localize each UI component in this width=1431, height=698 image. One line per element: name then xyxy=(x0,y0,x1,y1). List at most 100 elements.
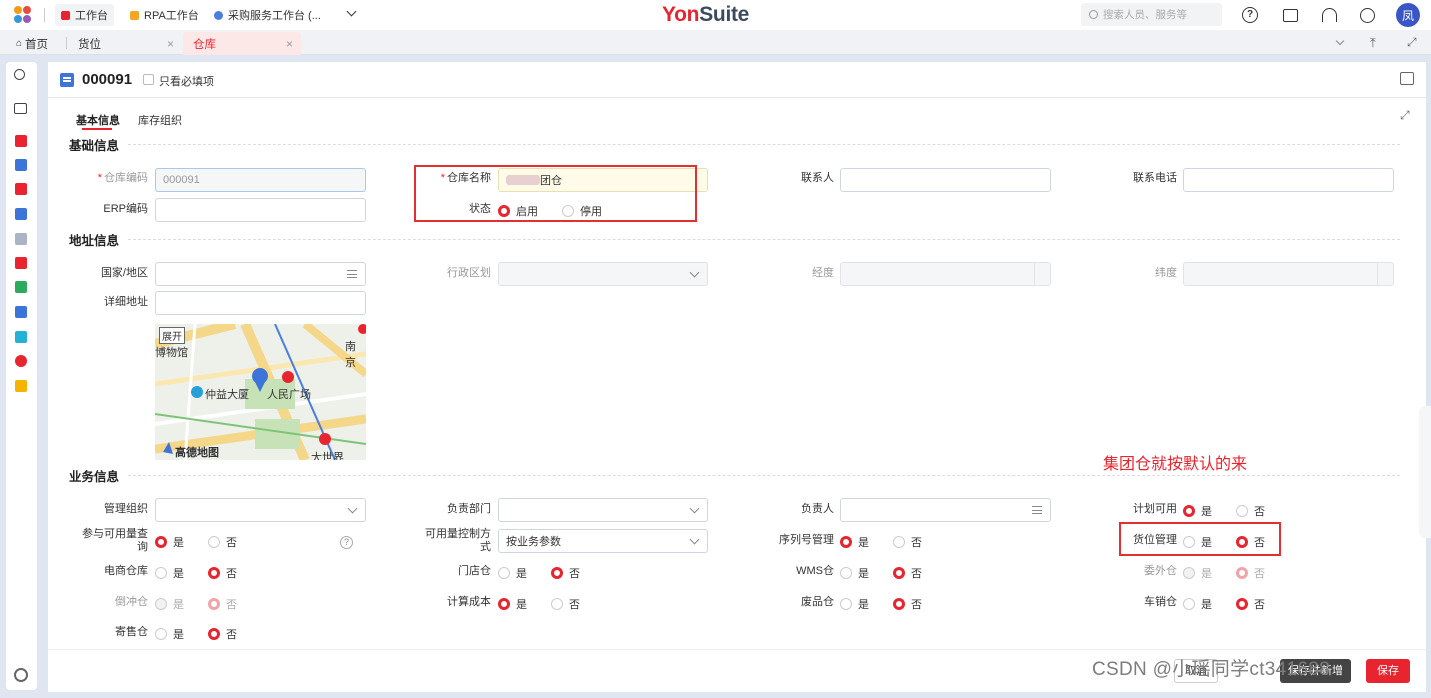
app-grid-icon[interactable] xyxy=(14,6,34,24)
divider xyxy=(66,37,67,49)
box-app-icon[interactable] xyxy=(15,331,27,343)
waste-radio-group[interactable]: 是 否 xyxy=(840,596,922,612)
tab-home[interactable]: ⌂ 首页 xyxy=(6,32,64,55)
search-icon[interactable] xyxy=(14,69,25,80)
latitude-field[interactable] xyxy=(1183,262,1394,286)
outsource-radio-group[interactable]: 是 否 xyxy=(1183,565,1265,581)
ecom-yes-radio[interactable] xyxy=(155,567,167,579)
chart-app-icon[interactable] xyxy=(15,306,27,318)
serial-yes-radio[interactable] xyxy=(840,536,852,548)
star-app-icon[interactable] xyxy=(15,380,27,392)
doc-app-icon[interactable] xyxy=(15,281,27,293)
compass-icon[interactable] xyxy=(1357,5,1377,25)
plan-no-radio[interactable] xyxy=(1236,505,1248,517)
chevron-down-icon xyxy=(689,267,700,278)
serial-radio-group[interactable]: 是 否 xyxy=(840,534,922,550)
expand-icon[interactable]: ⤢ xyxy=(1400,108,1412,122)
tab-warehouse[interactable]: 仓库 × xyxy=(183,32,301,55)
mgmt-org-select[interactable] xyxy=(155,498,366,522)
help-icon[interactable]: ? xyxy=(1240,5,1260,25)
top-tab-rpa[interactable]: RPA工作台 xyxy=(124,4,205,26)
clipboard-app-icon[interactable] xyxy=(15,208,27,220)
consign-no-radio[interactable] xyxy=(208,628,220,640)
spinner-icon[interactable] xyxy=(1377,263,1393,285)
help-icon[interactable]: ? xyxy=(340,536,353,549)
apps-icon[interactable] xyxy=(15,233,27,245)
top-tab-workbench[interactable]: 工作台 xyxy=(55,4,114,26)
global-search-input[interactable]: 搜索人员、服务等 xyxy=(1081,3,1222,26)
list-icon[interactable] xyxy=(347,270,357,278)
phone-field[interactable] xyxy=(1183,168,1394,192)
list-icon[interactable] xyxy=(1032,506,1042,514)
wms-yes-radio[interactable] xyxy=(840,567,852,579)
consign-radio-group[interactable]: 是 否 xyxy=(155,626,237,642)
longitude-field[interactable] xyxy=(840,262,1051,286)
pin-top-icon[interactable]: ⤒ xyxy=(1370,35,1376,51)
right-floating-toolbar[interactable] xyxy=(1419,406,1431,538)
dept-select[interactable] xyxy=(498,498,708,522)
cube-app-icon[interactable] xyxy=(15,159,27,171)
ecom-radio-group[interactable]: 是 否 xyxy=(155,565,237,581)
waste-yes-radio[interactable] xyxy=(840,598,852,610)
chevron-down-icon[interactable] xyxy=(346,6,357,17)
required-only-checkbox[interactable] xyxy=(143,74,154,85)
cluster-app-icon[interactable] xyxy=(15,355,27,367)
calendar-icon[interactable] xyxy=(1400,72,1414,85)
map-expand-button[interactable]: 展开 xyxy=(159,327,185,344)
chevron-down-icon[interactable] xyxy=(1335,36,1345,46)
avail-query-radio-group[interactable]: 是 否 xyxy=(155,534,237,550)
flush-yes-radio[interactable] xyxy=(155,598,167,610)
flush-radio-group[interactable]: 是 否 xyxy=(155,596,237,612)
report-app-icon[interactable] xyxy=(15,257,27,269)
wms-no-radio[interactable] xyxy=(893,567,905,579)
grid-app-icon[interactable] xyxy=(15,183,27,195)
store-radio-group[interactable]: 是 否 xyxy=(498,565,580,581)
tab-location[interactable]: 货位 × xyxy=(68,32,182,55)
carsale-radio-group[interactable]: 是 否 xyxy=(1183,596,1265,612)
address-detail-field[interactable] xyxy=(155,291,366,315)
store-no-radio[interactable] xyxy=(551,567,563,579)
contact-field[interactable] xyxy=(840,168,1051,192)
country-field[interactable] xyxy=(155,262,366,286)
message-icon[interactable] xyxy=(1280,5,1300,25)
cost-radio-group[interactable]: 是 否 xyxy=(498,596,580,612)
avail-no-radio[interactable] xyxy=(208,536,220,548)
plan-yes-radio[interactable] xyxy=(1183,505,1195,517)
save-button[interactable]: 保存 xyxy=(1366,659,1410,683)
avail-yes-radio[interactable] xyxy=(155,536,167,548)
outsource-no-radio[interactable] xyxy=(1236,567,1248,579)
plan-radio-group[interactable]: 是 否 xyxy=(1183,503,1265,519)
home-app-icon[interactable] xyxy=(15,135,27,147)
consign-yes-radio[interactable] xyxy=(155,628,167,640)
cost-yes-radio[interactable] xyxy=(498,598,510,610)
warehouse-code-field[interactable]: 000091 xyxy=(155,168,366,192)
erp-code-field[interactable] xyxy=(155,198,366,222)
carsale-no-radio[interactable] xyxy=(1236,598,1248,610)
latitude-label: 纬度 xyxy=(1155,267,1177,279)
top-tab-procurement[interactable]: 采购服务工作台 (... xyxy=(208,4,327,26)
headset-icon[interactable] xyxy=(1319,5,1339,25)
folder-icon[interactable] xyxy=(14,103,27,114)
settings-gear-icon[interactable] xyxy=(14,668,28,682)
avatar[interactable]: 凤 xyxy=(1396,3,1420,27)
waste-no-radio[interactable] xyxy=(893,598,905,610)
spinner-icon[interactable] xyxy=(1034,263,1050,285)
tab-basic-info[interactable]: 基本信息 xyxy=(76,112,120,128)
region-select[interactable] xyxy=(498,262,708,286)
wms-radio-group[interactable]: 是 否 xyxy=(840,565,922,581)
avail-ctrl-label: 可用量控制方式 xyxy=(425,528,491,553)
close-icon[interactable]: × xyxy=(286,37,293,51)
person-field[interactable] xyxy=(840,498,1051,522)
map-view[interactable]: 展开 博物馆 南京 仲益大厦 人民广场 高德地图 大世界 xyxy=(155,324,366,460)
serial-no-radio[interactable] xyxy=(893,536,905,548)
carsale-yes-radio[interactable] xyxy=(1183,598,1195,610)
close-icon[interactable]: × xyxy=(167,37,174,51)
avail-ctrl-select[interactable]: 按业务参数 xyxy=(498,529,708,553)
cost-no-radio[interactable] xyxy=(551,598,563,610)
fullscreen-icon[interactable]: ⤢ xyxy=(1407,35,1417,50)
outsource-yes-radio[interactable] xyxy=(1183,567,1195,579)
store-yes-radio[interactable] xyxy=(498,567,510,579)
flush-no-radio[interactable] xyxy=(208,598,220,610)
ecom-no-radio[interactable] xyxy=(208,567,220,579)
tab-inventory-org[interactable]: 库存组织 xyxy=(138,112,182,128)
